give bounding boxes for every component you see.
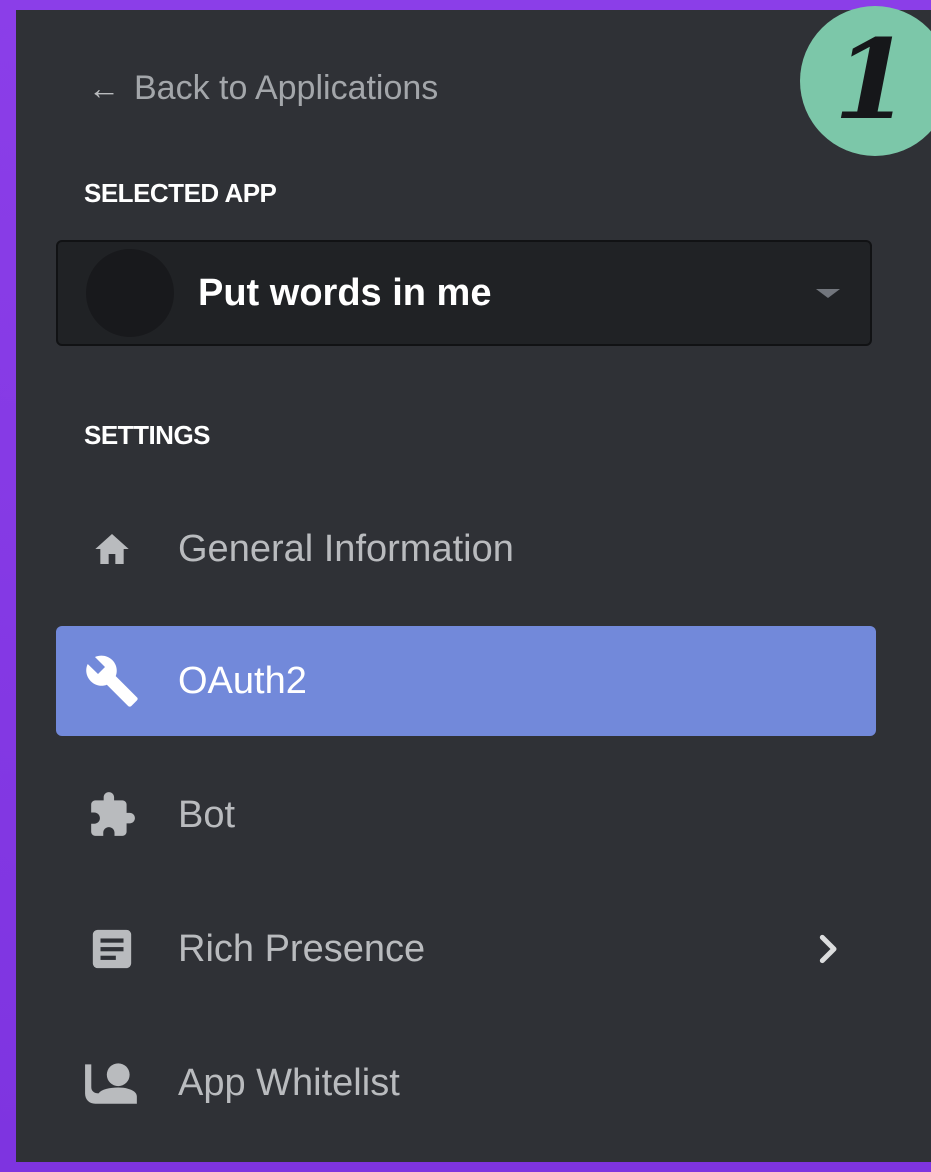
selected-app-heading: SELECTED APP [84, 178, 277, 208]
sidebar-item-label: General Information [178, 527, 514, 570]
puzzle-icon [82, 785, 142, 845]
step-number: 1 [833, 14, 911, 144]
back-link-label: Back to Applications [134, 68, 439, 107]
sidebar-item-rich-presence[interactable]: Rich Presence [56, 894, 876, 1004]
sidebar-item-label: App Whitelist [178, 1061, 400, 1104]
sidebar-item-oauth2[interactable]: OAuth2 [56, 626, 876, 736]
sidebar-item-label: OAuth2 [178, 659, 307, 702]
settings-heading: SETTINGS [84, 420, 211, 450]
user-whitelist-icon [82, 1053, 142, 1113]
sidebar-item-app-whitelist[interactable]: App Whitelist [56, 1028, 876, 1138]
sidebar-item-general-information[interactable]: General Information [56, 494, 876, 604]
app-name: Put words in me [198, 271, 492, 314]
sidebar-item-bot[interactable]: Bot [56, 760, 876, 870]
document-icon [82, 919, 142, 979]
chevron-down-icon [816, 288, 840, 298]
home-icon [82, 519, 142, 579]
app-selector-dropdown[interactable]: Put words in me [56, 240, 872, 346]
arrow-left-icon: ← [88, 69, 120, 106]
sidebar-item-label: Bot [178, 793, 236, 836]
chevron-right-icon [818, 934, 840, 964]
app-avatar [86, 249, 174, 337]
sidebar-item-label: Rich Presence [178, 927, 426, 970]
back-to-applications-link[interactable]: ← Back to Applications [88, 62, 438, 114]
wrench-icon [82, 651, 142, 711]
